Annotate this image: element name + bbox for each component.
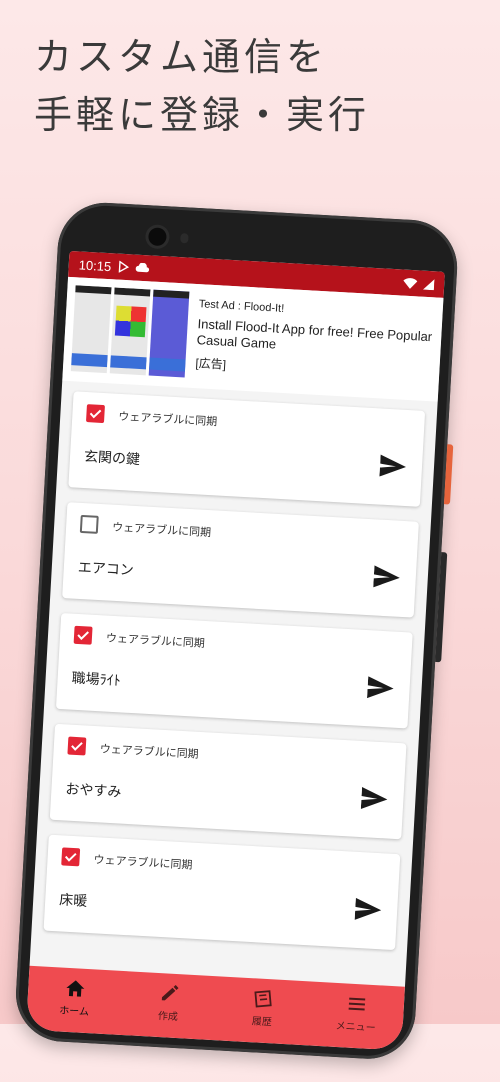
send-icon[interactable] xyxy=(354,897,382,921)
play-store-icon xyxy=(118,260,129,273)
nav-menu[interactable]: メニュー xyxy=(315,992,397,1035)
signal-icon xyxy=(422,278,435,290)
command-card[interactable]: ウェアラブルに同期 玄関の鍵 xyxy=(68,391,426,507)
headline-line-2: 手軽に登録・実行 xyxy=(34,93,371,137)
nav-create[interactable]: 作成 xyxy=(128,981,210,1024)
history-icon xyxy=(254,990,272,1008)
ad-headline: Install Flood-It App for free! Free Popu… xyxy=(196,316,433,352)
home-icon xyxy=(66,980,85,997)
sync-label: ウェアラブルに同期 xyxy=(117,409,218,429)
ad-screenshot xyxy=(148,289,190,378)
bottom-navigation: ホーム 作成 履歴 メニュー xyxy=(25,965,405,1051)
sync-checkbox[interactable] xyxy=(73,625,93,645)
ad-screenshot xyxy=(70,285,112,374)
nav-label: 履歴 xyxy=(251,1016,273,1029)
menu-icon xyxy=(348,997,366,1011)
sync-label: ウェアラブルに同期 xyxy=(105,631,206,651)
power-button xyxy=(443,444,454,505)
send-icon[interactable] xyxy=(379,454,406,478)
nav-label: メニュー xyxy=(335,1020,376,1035)
command-name: 床暖 xyxy=(58,892,88,910)
send-icon[interactable] xyxy=(360,787,388,810)
pencil-icon xyxy=(161,984,179,1001)
cloud-icon xyxy=(135,262,149,273)
command-list: ウェアラブルに同期 玄関の鍵 ウェアラブルに同期 エアコン ウェアラブルに同期 … xyxy=(32,381,438,951)
command-card[interactable]: ウェアラブルに同期 エアコン xyxy=(62,502,419,618)
send-icon[interactable] xyxy=(367,676,394,699)
ad-screenshots xyxy=(70,285,190,378)
nav-label: ホーム xyxy=(58,1005,90,1019)
command-card[interactable]: ウェアラブルに同期 職場ﾗｲﾄ xyxy=(55,612,413,729)
wifi-icon xyxy=(403,277,418,289)
nav-home[interactable]: ホーム xyxy=(34,976,116,1019)
sync-checkbox[interactable] xyxy=(85,404,105,424)
sync-label: ウェアラブルに同期 xyxy=(111,520,212,540)
volume-button xyxy=(435,552,448,663)
sync-label: ウェアラブルに同期 xyxy=(99,742,199,761)
command-card[interactable]: ウェアラブルに同期 床暖 xyxy=(43,834,401,951)
command-name: 玄関の鍵 xyxy=(83,449,141,469)
phone-mockup: 10:15 Test Ad : Flood-It! Install Flood-… xyxy=(12,200,479,1082)
promo-headline: カスタム通信を 手軽に登録・実行 xyxy=(34,28,474,144)
nav-label: 作成 xyxy=(157,1011,179,1024)
sync-checkbox[interactable] xyxy=(67,736,87,756)
command-name: おやすみ xyxy=(64,781,122,801)
command-name: 職場ﾗｲﾄ xyxy=(71,670,122,690)
sync-checkbox[interactable] xyxy=(61,847,81,867)
phone-frame: 10:15 Test Ad : Flood-It! Install Flood-… xyxy=(13,200,460,1062)
status-time: 10:15 xyxy=(78,256,112,274)
app-screen: 10:15 Test Ad : Flood-It! Install Flood-… xyxy=(25,250,445,1051)
sensor-icon xyxy=(180,233,189,244)
headline-line-1: カスタム通信を xyxy=(34,35,329,79)
ad-screenshot xyxy=(109,287,151,376)
command-name: エアコン xyxy=(77,559,135,579)
send-icon[interactable] xyxy=(373,565,400,588)
command-card[interactable]: ウェアラブルに同期 おやすみ xyxy=(49,723,407,840)
front-camera-icon xyxy=(147,227,167,247)
sync-label: ウェアラブルに同期 xyxy=(93,853,193,872)
ad-text: Test Ad : Flood-It! Install Flood-It App… xyxy=(194,292,435,401)
sync-checkbox[interactable] xyxy=(79,514,99,534)
